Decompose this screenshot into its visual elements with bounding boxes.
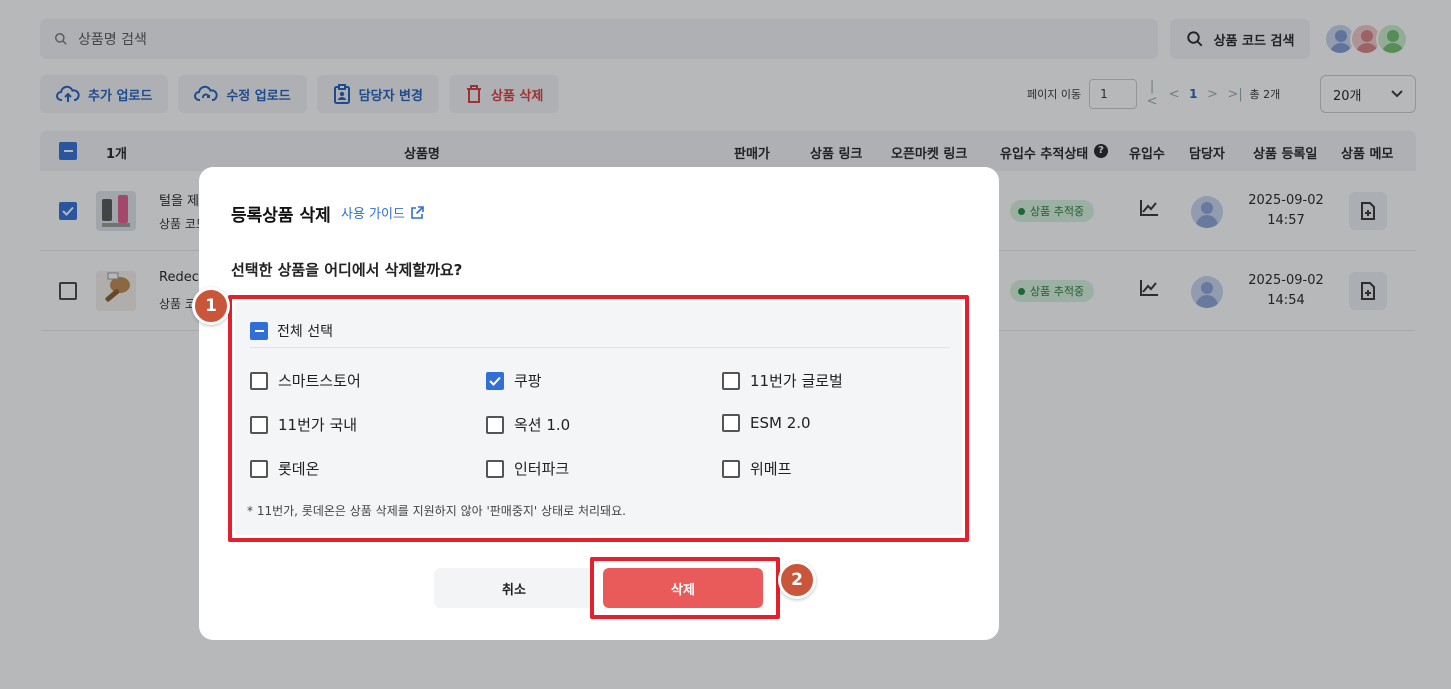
usage-guide-link[interactable]: 사용 가이드 <box>341 203 424 222</box>
highlight-box-delete-button <box>590 557 780 619</box>
usage-guide-label: 사용 가이드 <box>341 207 405 222</box>
step-badge-1: 1 <box>192 287 230 325</box>
step-badge-2: 2 <box>778 561 816 599</box>
external-link-icon <box>411 205 424 219</box>
highlight-box-market-selection <box>228 295 969 542</box>
delete-question: 선택한 상품을 어디에서 삭제할까요? <box>231 261 463 279</box>
modal-title: 등록상품 삭제 <box>231 206 331 226</box>
cancel-button[interactable]: 취소 <box>434 568 594 608</box>
delete-registered-product-modal: 등록상품 삭제 사용 가이드 선택한 상품을 어디에서 삭제할까요? 전체 선택… <box>192 167 999 640</box>
